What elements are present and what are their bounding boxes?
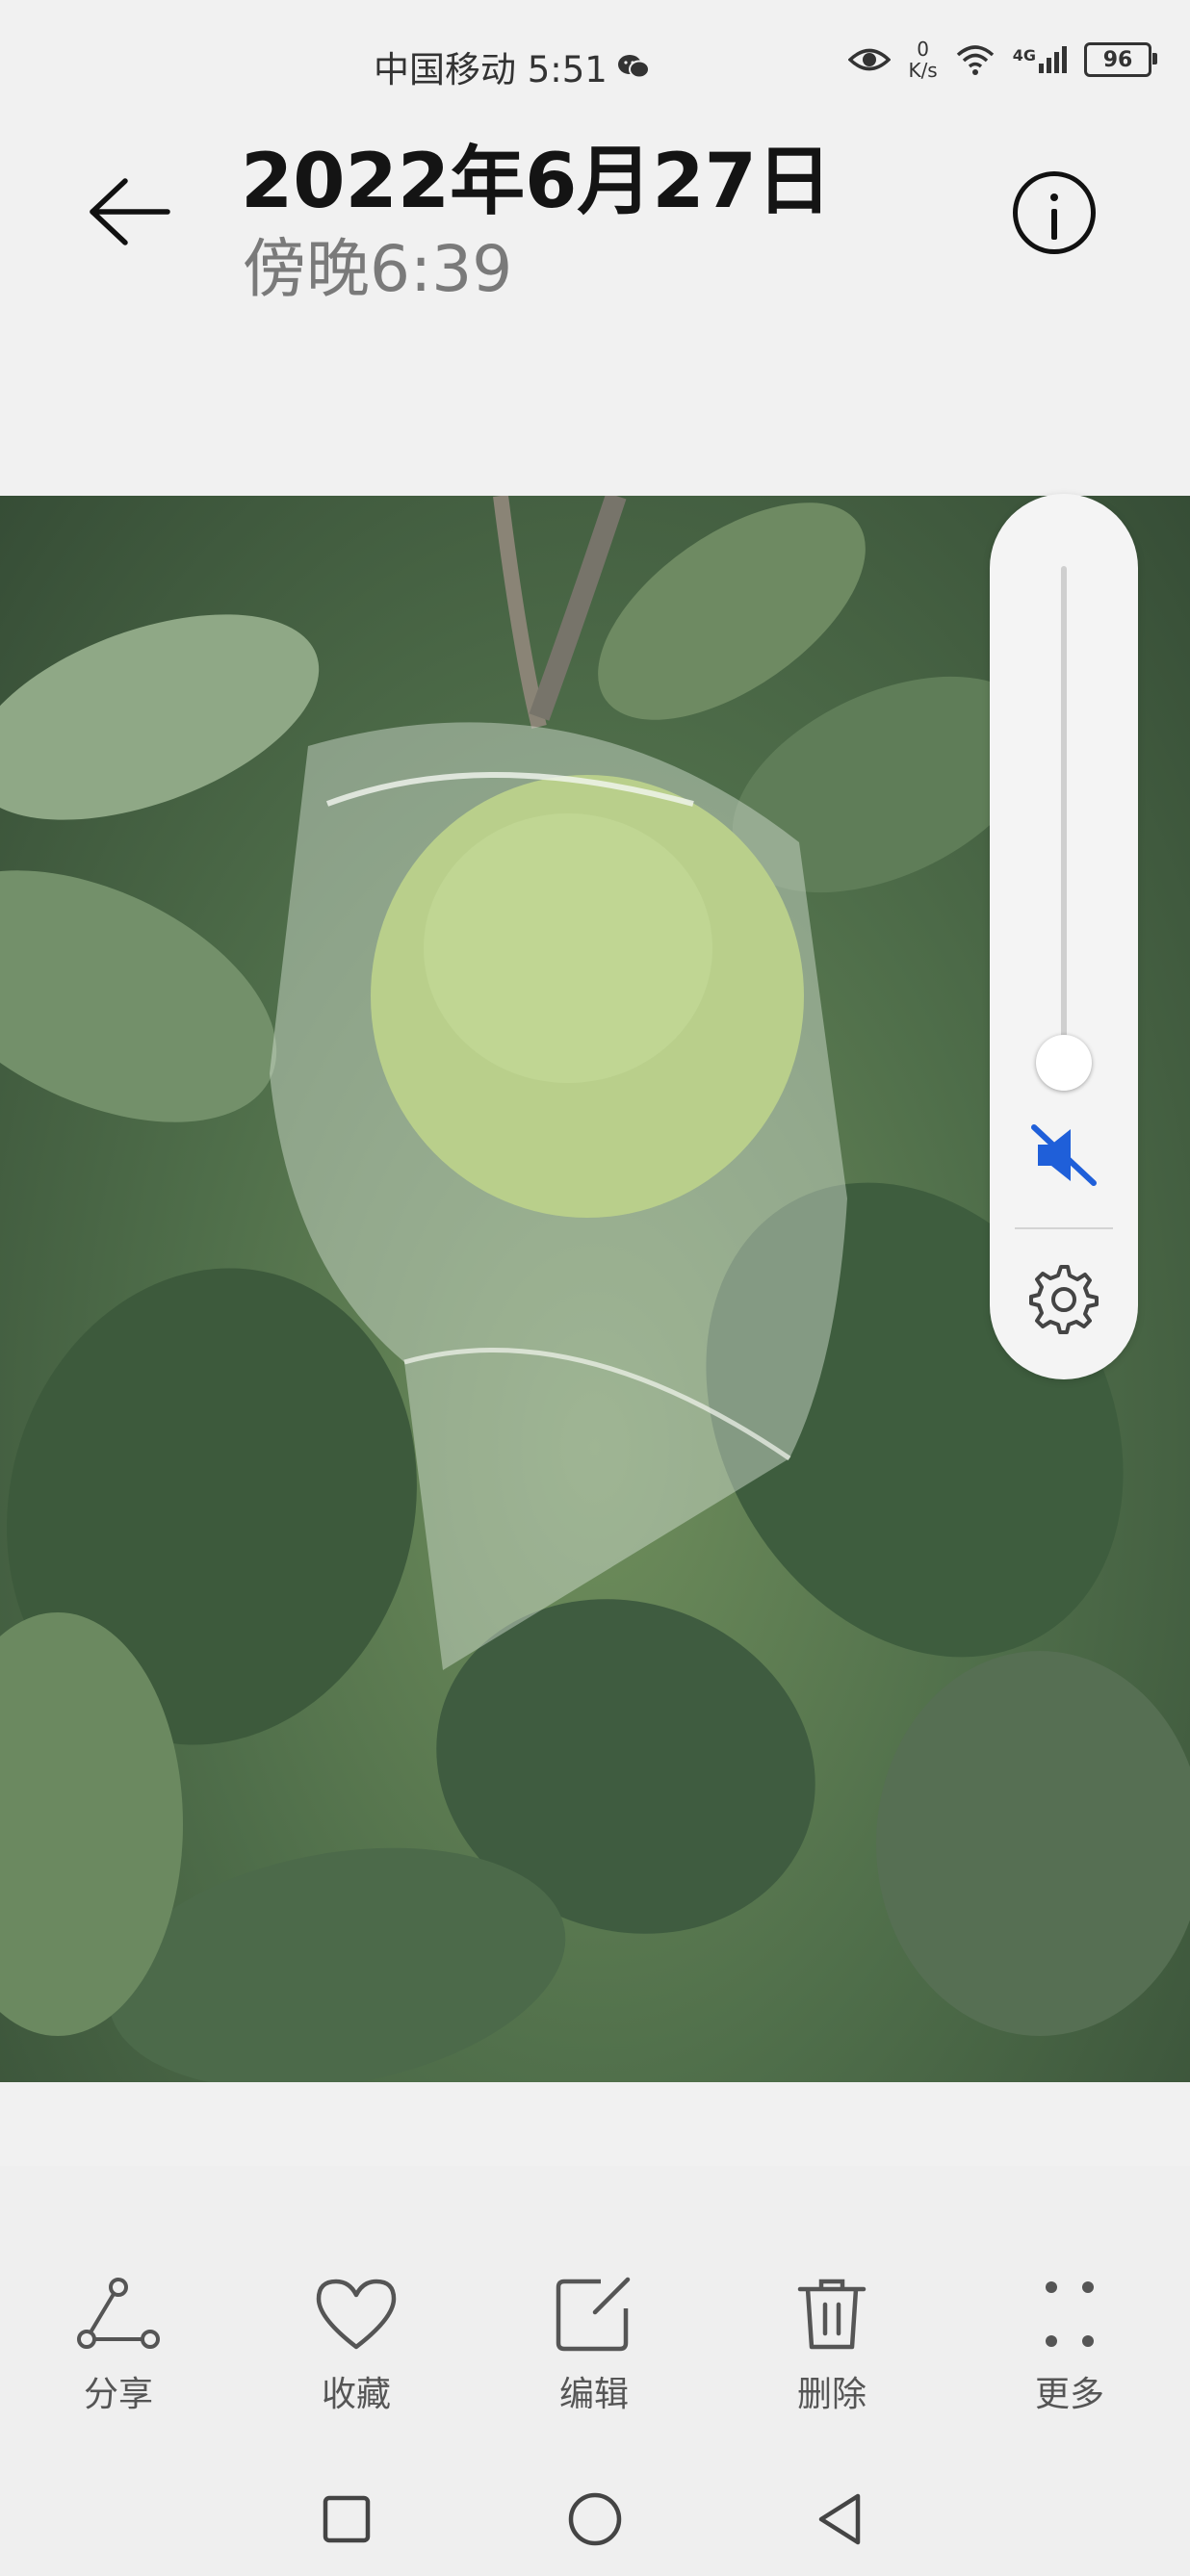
volume-panel bbox=[990, 494, 1138, 1379]
carrier-time-text: 中国移动 5:51 bbox=[374, 49, 608, 90]
recents-button[interactable] bbox=[313, 2486, 380, 2553]
delete-button[interactable]: 删除 bbox=[755, 2272, 909, 2416]
edit-label: 编辑 bbox=[558, 2375, 629, 2414]
more-dots-icon bbox=[1046, 2281, 1094, 2347]
heart-icon bbox=[316, 2279, 397, 2350]
signal-icon: 4G bbox=[1013, 46, 1067, 73]
favorite-button[interactable]: 收藏 bbox=[279, 2272, 433, 2416]
share-label: 分享 bbox=[83, 2375, 153, 2414]
net-speed-unit: K/s bbox=[908, 59, 938, 82]
share-icon bbox=[77, 2278, 160, 2349]
panel-divider bbox=[1015, 1227, 1113, 1229]
status-carrier-time: 中国移动 5:51 bbox=[374, 40, 650, 92]
sound-settings-button[interactable] bbox=[1028, 1264, 1099, 1335]
volume-slider-thumb[interactable] bbox=[1036, 1035, 1092, 1091]
gear-icon bbox=[1029, 1265, 1099, 1334]
mute-button[interactable] bbox=[1028, 1120, 1099, 1191]
circle-icon bbox=[568, 2492, 622, 2546]
more-button[interactable]: 更多 bbox=[993, 2272, 1147, 2416]
wechat-icon bbox=[617, 55, 650, 79]
photo-date: 2022年6月27日 bbox=[241, 139, 832, 225]
back-arrow-icon bbox=[90, 178, 170, 245]
net-speed-value: 0 bbox=[917, 38, 929, 61]
volume-slider-track[interactable] bbox=[1061, 566, 1067, 1086]
status-icons: 0 K/s 4G 96 bbox=[848, 39, 1157, 81]
photo-time: 傍晚6:39 bbox=[243, 232, 513, 306]
back-button[interactable] bbox=[87, 173, 173, 250]
back-nav-button[interactable] bbox=[807, 2486, 874, 2553]
status-bar: 中国移动 5:51 0 K/s 4G 96 bbox=[0, 0, 1190, 135]
battery-level: 96 bbox=[1102, 47, 1133, 72]
triangle-back-icon bbox=[818, 2493, 861, 2545]
battery-icon: 96 bbox=[1084, 42, 1157, 77]
eye-icon bbox=[848, 48, 892, 71]
edit-icon bbox=[556, 2277, 631, 2352]
home-button[interactable] bbox=[561, 2486, 629, 2553]
square-icon bbox=[323, 2495, 371, 2543]
more-label: 更多 bbox=[1034, 2375, 1104, 2414]
favorite-label: 收藏 bbox=[321, 2375, 391, 2414]
share-button[interactable]: 分享 bbox=[41, 2272, 195, 2416]
edit-button[interactable]: 编辑 bbox=[517, 2272, 671, 2416]
net-speed: 0 K/s bbox=[908, 39, 937, 81]
network-type: 4G bbox=[1012, 46, 1036, 64]
wifi-icon bbox=[956, 45, 994, 75]
info-icon bbox=[1050, 193, 1058, 201]
delete-label: 删除 bbox=[796, 2375, 867, 2414]
info-button[interactable] bbox=[1013, 171, 1096, 254]
volume-muted-icon bbox=[1031, 1124, 1097, 1186]
trash-icon bbox=[797, 2279, 867, 2350]
